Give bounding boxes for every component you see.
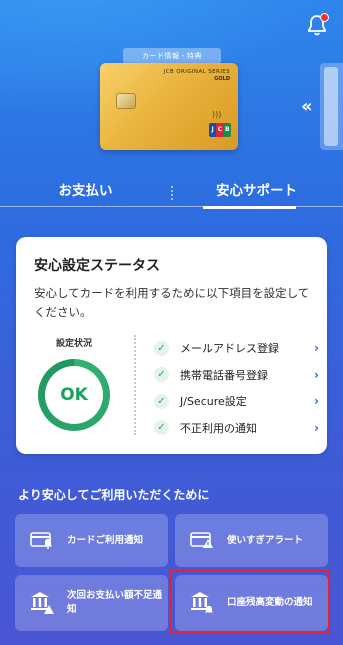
tile-card-usage-notice[interactable]: カードご利用通知 [15,514,168,567]
jcb-logo-b: B [223,123,231,137]
highlight-box [169,570,330,634]
chevron-right-icon: › [314,394,319,409]
jcb-logo: J C B [209,123,231,137]
card-grade-label: GOLD [214,76,230,82]
tile-overuse-alert[interactable]: 使いすぎアラート [175,514,328,567]
check-item-label: メールアドレス登録 [180,342,279,356]
card-alert-icon [190,531,213,548]
setting-state-label: 設定状況 [56,339,93,349]
check-item-label: 不正利用の通知 [180,421,257,435]
chevron-right-icon: › [314,367,319,382]
status-description: 安心してカードを利用するために以下項目を設定してください。 [34,286,310,319]
tile-label: カードご利用通知 [67,534,144,546]
tile-label: 次回お支払い額不足通知 [67,590,163,615]
check-item-jsecure[interactable]: ✓ J/Secure設定 › [154,388,319,415]
notification-badge [320,13,329,22]
check-item-email[interactable]: ✓ メールアドレス登録 › [154,335,319,362]
bank-alert-icon [31,592,54,614]
jcb-logo-j: J [209,123,217,137]
check-icon: ✓ [154,393,169,409]
card-series-label: JCB ORIGINAL SERIES [163,69,230,75]
status-divider [134,335,136,435]
status-title: 安心設定ステータス [34,258,160,274]
card-notification-icon [30,531,52,549]
chevron-left-double-icon[interactable]: « [301,96,313,117]
tile-label: 使いすぎアラート [227,534,304,546]
active-tab-indicator [203,206,296,209]
more-safety-heading: より安心してご利用いただくために [18,488,210,502]
check-icon: ✓ [154,420,169,436]
tab-safety-support[interactable]: 安心サポート [171,177,342,206]
tile-next-payment-shortage[interactable]: 次回お支払い額不足通知 [15,575,168,631]
contactless-icon: ))) [212,110,222,119]
credit-card-image[interactable]: JCB ORIGINAL SERIES GOLD ))) J C B [100,63,238,150]
tab-payment[interactable]: お支払い [0,177,171,206]
check-icon: ✓ [154,340,169,356]
status-check-list: ✓ メールアドレス登録 › ✓ 携帯電話番号登録 › ✓ J/Secure設定 … [154,335,319,441]
jcb-logo-c: C [216,123,224,137]
tab-divider [171,186,173,200]
ok-status-ring: OK [38,359,110,431]
next-card-peek-inner [324,67,338,146]
check-item-label: J/Secure設定 [180,395,247,409]
security-status-card: 安心設定ステータス 安心してカードを利用するために以下項目を設定してください。 … [16,237,327,454]
card-info-tag[interactable]: カード情報・特典 [123,48,221,64]
check-item-phone[interactable]: ✓ 携帯電話番号登録 › [154,362,319,389]
check-item-label: 携帯電話番号登録 [180,368,268,382]
chevron-right-icon: › [314,341,319,356]
ok-status-value: OK [45,366,103,424]
check-icon: ✓ [154,367,169,383]
card-chip-icon [116,93,136,109]
check-item-fraud-notice[interactable]: ✓ 不正利用の通知 › [154,415,319,442]
chevron-right-icon: › [314,420,319,435]
